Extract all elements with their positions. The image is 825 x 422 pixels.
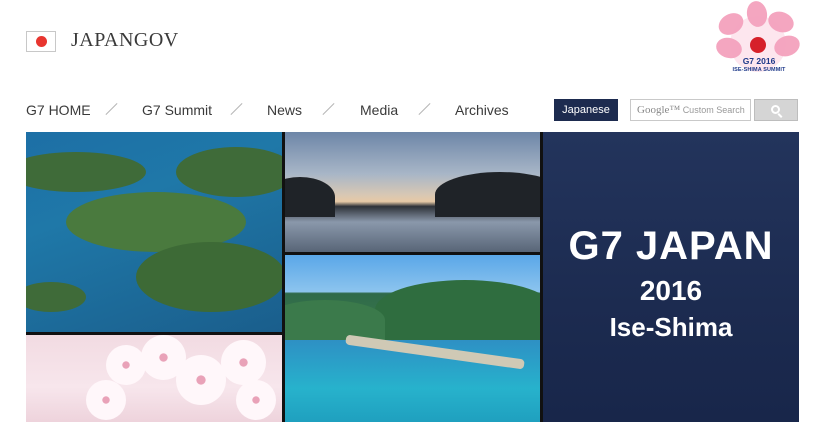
nav-item-g7-home[interactable]: G7 HOME bbox=[26, 102, 91, 118]
logo-name: ISE-SHIMA SUMMIT bbox=[732, 67, 786, 73]
nav-divider bbox=[230, 102, 243, 116]
nav-item-media[interactable]: Media bbox=[360, 102, 398, 118]
hero-title-panel: G7 JAPAN 2016 Ise-Shima bbox=[543, 132, 799, 422]
search-button[interactable] bbox=[754, 99, 798, 121]
language-button[interactable]: Japanese bbox=[554, 99, 618, 121]
nav-divider bbox=[322, 102, 335, 116]
hero-title: G7 JAPAN bbox=[568, 224, 774, 268]
search-placeholder: Custom Search bbox=[682, 105, 745, 115]
site-brand[interactable]: JAPANGOV bbox=[71, 29, 179, 52]
cherry-blossom-photo bbox=[26, 335, 282, 422]
search-brand: Google™ bbox=[637, 104, 681, 116]
hero-banner[interactable]: G7 JAPAN 2016 Ise-Shima bbox=[26, 132, 799, 422]
hero-location: Ise-Shima bbox=[609, 312, 733, 342]
logo-year: G7 2016 bbox=[742, 56, 776, 66]
nav-item-news[interactable]: News bbox=[267, 102, 302, 118]
g7-ise-shima-summit-logo[interactable]: G7 2016 ISE-SHIMA SUMMIT bbox=[713, 0, 803, 82]
coastline-photo bbox=[285, 255, 540, 422]
site-header: JAPANGOV G7 2016 ISE-SHIMA SUMMIT bbox=[0, 0, 825, 90]
main-nav: G7 HOME G7 Summit News Media Archives Ja… bbox=[0, 95, 825, 127]
ago-bay-aerial-photo bbox=[26, 132, 282, 332]
hero-year: 2016 bbox=[639, 275, 703, 306]
nav-item-g7-summit[interactable]: G7 Summit bbox=[142, 102, 212, 118]
rising-sun-icon bbox=[750, 37, 766, 53]
nav-item-archives[interactable]: Archives bbox=[455, 102, 509, 118]
bay-sunset-photo bbox=[285, 132, 540, 252]
nav-divider bbox=[105, 102, 118, 116]
search-input[interactable]: Google™ Custom Search bbox=[630, 99, 751, 121]
japan-flag-icon[interactable] bbox=[26, 31, 56, 52]
nav-divider bbox=[418, 102, 431, 116]
